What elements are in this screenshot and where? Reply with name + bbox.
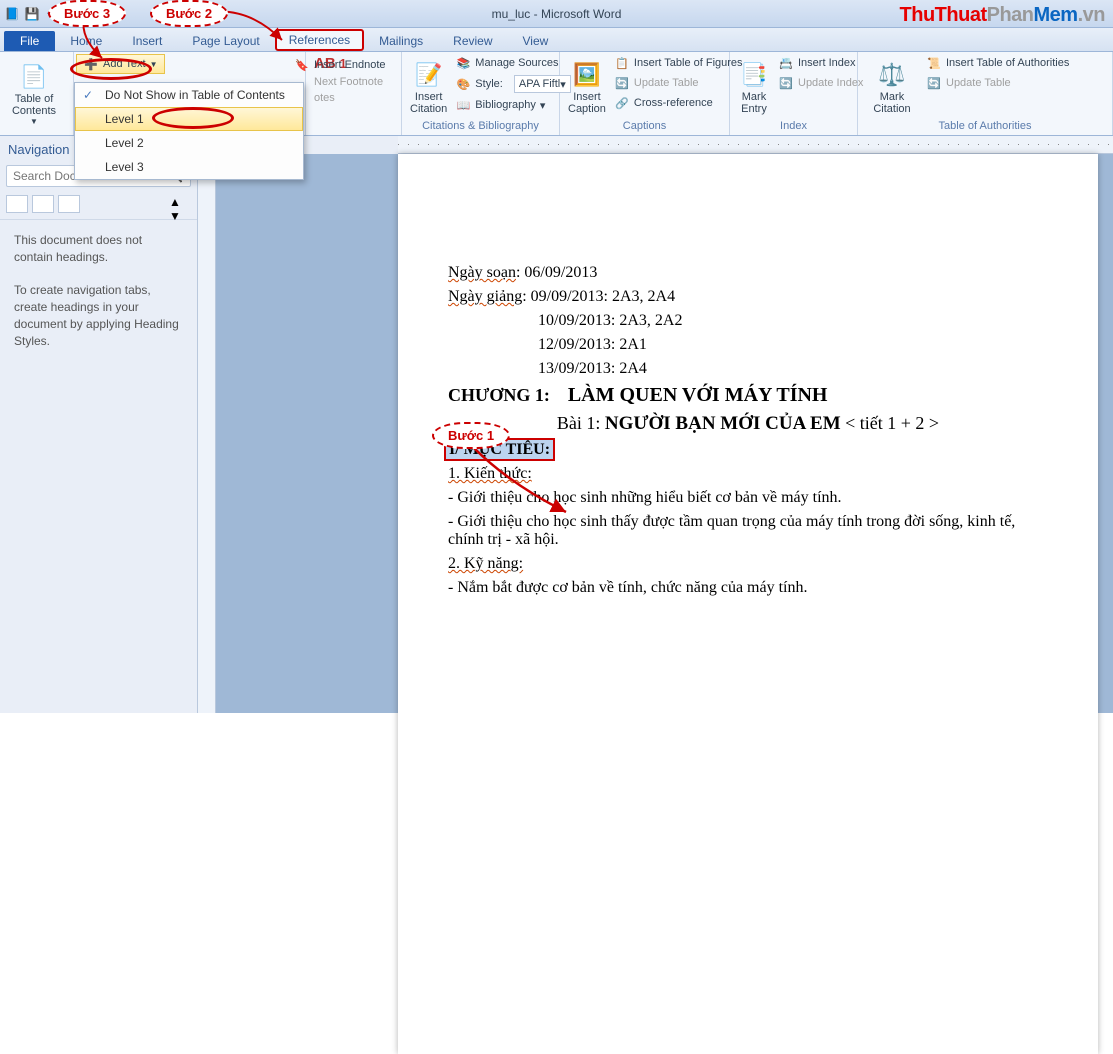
mark-citation-icon: ⚖️ [876, 59, 908, 91]
table-of-contents-button[interactable]: 📄 Table of Contents ▼ [6, 54, 62, 133]
review-tab[interactable]: Review [438, 30, 507, 51]
qat-dropdown-icon[interactable]: ▾ [84, 6, 100, 22]
page-layout-tab[interactable]: Page Layout [177, 30, 274, 51]
insert-caption-button[interactable]: 🖼️ Insert Caption [566, 54, 608, 119]
style-select[interactable]: 🎨Style: APA Fiftl ▾ [453, 74, 572, 94]
toa-group: ⚖️ Mark Citation 📜Insert Table of Author… [858, 52, 1113, 135]
manage-sources-button[interactable]: 📚Manage Sources [453, 54, 572, 72]
toa-icon: 📜 [926, 55, 942, 71]
update-icon: 🔄 [614, 75, 630, 91]
mark-entry-button[interactable]: 📑 Mark Entry [736, 54, 772, 119]
title-bar: 📘 💾 ↶ ↷ ▾ mu_luc - Microsoft Word ThuThu… [0, 0, 1113, 28]
checkmark-icon: ✓ [83, 88, 93, 102]
update-index-button[interactable]: 🔄Update Index [776, 74, 865, 92]
dropdown-dont-show[interactable]: ✓ Do Not Show in Table of Contents [75, 83, 303, 107]
insert-endnote-button[interactable]: 🔖 Insert Endnote [292, 56, 388, 74]
style-icon: 🎨 [455, 76, 471, 92]
index-group-title: Index [736, 119, 851, 133]
lesson-heading: Bài 1: NGƯỜI BẠN MỚI CỦA EM < tiết 1 + 2… [448, 413, 1048, 435]
manage-icon: 📚 [455, 55, 471, 71]
dropdown-level-3[interactable]: Level 3 [75, 155, 303, 179]
citation-icon: 📝 [413, 59, 445, 91]
insert-tab[interactable]: Insert [117, 30, 177, 51]
caption-icon: 🖼️ [571, 59, 603, 91]
bibliography-button[interactable]: 📖Bibliography ▾ [453, 96, 572, 114]
nav-view-pages[interactable] [32, 195, 54, 213]
captions-group: 🖼️ Insert Caption 📋Insert Table of Figur… [560, 52, 730, 135]
captions-group-title: Captions [566, 119, 723, 133]
nav-view-headings[interactable] [6, 195, 28, 213]
insert-tof-button[interactable]: 📋Insert Table of Figures [612, 54, 745, 72]
word-icon: 📘 [4, 6, 20, 22]
toa-group-title: Table of Authorities [864, 119, 1106, 133]
update-icon: 🔄 [778, 75, 794, 91]
nav-view-results[interactable] [58, 195, 80, 213]
save-icon[interactable]: 💾 [24, 6, 40, 22]
index-icon: 📇 [778, 55, 794, 71]
plus-icon: ➕ [83, 56, 99, 72]
tof-icon: 📋 [614, 55, 630, 71]
dropdown-level-1[interactable]: Level 1 [75, 107, 303, 131]
mark-citation-button[interactable]: ⚖️ Mark Citation [864, 54, 920, 119]
index-group: 📑 Mark Entry 📇Insert Index 🔄Update Index… [730, 52, 858, 135]
annotation-oval-level1 [152, 107, 234, 129]
navigation-message: This document does not contain headings.… [0, 220, 197, 362]
add-text-dropdown: ✓ Do Not Show in Table of Contents Level… [74, 82, 304, 180]
endnote-icon: 🔖 [294, 57, 310, 73]
mailings-tab[interactable]: Mailings [364, 30, 438, 51]
update-tof-button[interactable]: 🔄Update Table [612, 74, 745, 92]
view-tab[interactable]: View [508, 30, 564, 51]
nav-prev-next[interactable]: ▲ ▼ [169, 195, 191, 213]
crossref-icon: 🔗 [614, 95, 630, 111]
watermark-logo: ThuThuatPhanMem.vn [900, 4, 1105, 27]
footnotes-group: AB1 Next Footnote otes 🔖 Insert Endnote … [306, 52, 402, 135]
chapter-heading: CHƯƠNG 1: LÀM QUEN VỚI MÁY TÍNH [448, 384, 1048, 407]
mark-entry-icon: 📑 [738, 59, 770, 91]
update-toa-button[interactable]: 🔄Update Table [924, 74, 1071, 92]
insert-index-button[interactable]: 📇Insert Index [776, 54, 865, 72]
cross-reference-button[interactable]: 🔗Cross-reference [612, 94, 745, 112]
toc-icon: 📄 [18, 61, 50, 93]
quick-access-toolbar: 📘 💾 ↶ ↷ ▾ [4, 6, 100, 22]
citations-group: 📝 Insert Citation 📚Manage Sources 🎨Style… [402, 52, 560, 135]
horizontal-ruler[interactable] [398, 136, 1113, 154]
document-page[interactable]: Ngày soạn: 06/09/2013 Ngày giảng: 09/09/… [398, 154, 1098, 1054]
chevron-down-icon: ▼ [30, 117, 38, 126]
redo-icon[interactable]: ↷ [64, 6, 80, 22]
ribbon-tabs: File Home Insert Page Layout References … [0, 28, 1113, 52]
biblio-icon: 📖 [455, 97, 471, 113]
file-tab[interactable]: File [4, 31, 55, 51]
references-tab[interactable]: References [275, 29, 364, 51]
citations-group-title: Citations & Bibliography [408, 119, 553, 133]
insert-citation-button[interactable]: 📝 Insert Citation [408, 54, 449, 119]
window-title: mu_luc - Microsoft Word [492, 7, 622, 21]
vertical-ruler[interactable] [198, 154, 216, 713]
insert-toa-button[interactable]: 📜Insert Table of Authorities [924, 54, 1071, 72]
document-area: Ngày soạn: 06/09/2013 Ngày giảng: 09/09/… [198, 136, 1113, 713]
toc-group: 📄 Table of Contents ▼ [0, 52, 74, 135]
update-icon: 🔄 [926, 75, 942, 91]
navigation-pane: Navigation ▼ ✕ 🔍 ▲ ▼ This document does … [0, 136, 198, 713]
show-notes-button[interactable]: otes [312, 91, 385, 105]
next-footnote-button[interactable]: Next Footnote [312, 75, 385, 89]
home-tab[interactable]: Home [55, 30, 117, 51]
dropdown-level-2[interactable]: Level 2 [75, 131, 303, 155]
navigation-view-buttons: ▲ ▼ [0, 189, 197, 220]
selected-heading[interactable]: I/ MỤC TIÊU: [444, 438, 555, 461]
undo-icon[interactable]: ↶ [44, 6, 60, 22]
